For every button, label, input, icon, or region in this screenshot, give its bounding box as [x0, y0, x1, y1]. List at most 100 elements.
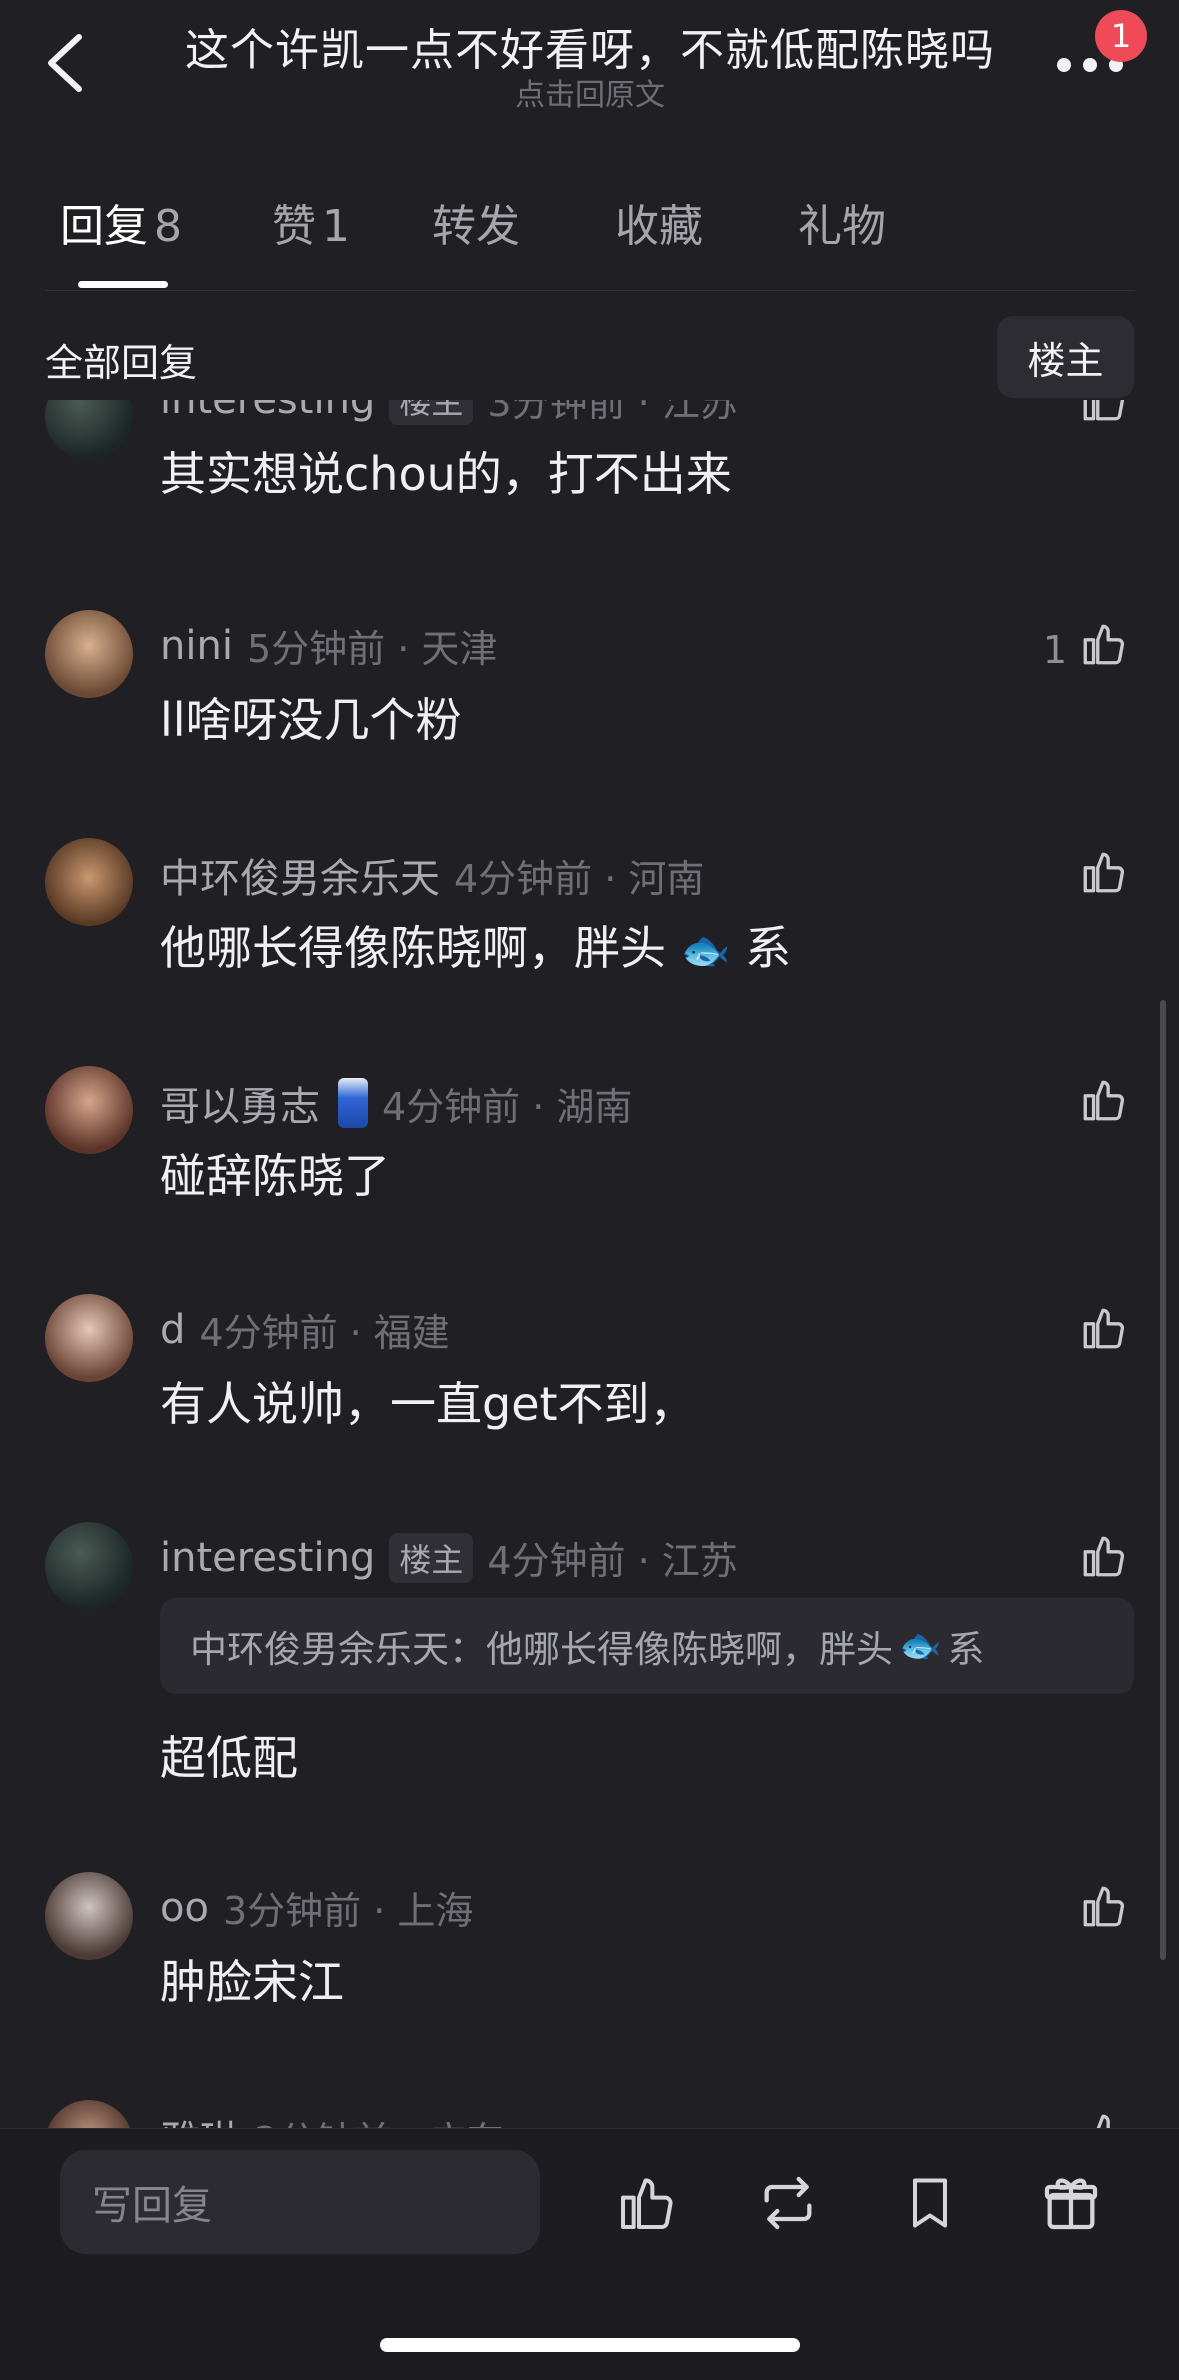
header: 这个许凯一点不好看呀，不就低配陈晓吗 点击回原文 1: [0, 0, 1179, 130]
comment-meta: interesting 楼主 4分钟前 · 江苏: [160, 1530, 738, 1585]
post-title[interactable]: 这个许凯一点不好看呀，不就低配陈晓吗: [150, 14, 1030, 78]
username[interactable]: 哥以勇志: [160, 1074, 320, 1132]
quote-suffix: 系: [947, 1628, 985, 1671]
comment-item: oo 3分钟前 · 上海 肿脸宋江: [0, 1872, 1179, 2072]
comment-meta: 哥以勇志 4分钟前 · 湖南: [160, 1074, 632, 1132]
comment-text[interactable]: 他哪长得像陈晓啊，胖头 🐟 系: [160, 912, 791, 978]
comment-meta: 雅琳 2分钟前 · 广东: [160, 2108, 504, 2130]
comment-item: d 4分钟前 · 福建 有人说帅，一直get不到，: [0, 1294, 1179, 1494]
timestamp-location: 4分钟前 · 河南: [454, 856, 705, 901]
avatar[interactable]: [45, 1294, 133, 1382]
comment-text[interactable]: 肿脸宋江: [160, 1946, 344, 2012]
comment-item: interesting 楼主 3分钟前 · 江苏 其实想说chou的，打不出来: [0, 400, 1179, 501]
thumbs-up-icon: [1083, 1536, 1125, 1577]
like-count: 1: [1042, 628, 1067, 672]
tab-label: 回复: [60, 201, 148, 252]
thumbs-up-icon: [1083, 1308, 1125, 1349]
tab-bar: 回复 8 赞1 转发 收藏 礼物: [0, 190, 1179, 290]
username[interactable]: nini: [160, 623, 233, 669]
thumbs-up-icon: [1083, 1886, 1125, 1927]
username[interactable]: oo: [160, 1885, 209, 1931]
timestamp-location: 2分钟前 · 广东: [254, 2110, 504, 2131]
comment-text-suffix: 系: [745, 921, 792, 975]
like-button[interactable]: [1074, 2104, 1134, 2130]
avatar[interactable]: [45, 610, 133, 698]
repost-button[interactable]: [753, 2168, 823, 2238]
all-replies-label: 全部回复: [45, 341, 198, 385]
thumbs-up-icon: [1083, 2114, 1123, 2130]
timestamp-location: 4分钟前 · 湖南: [382, 1084, 633, 1129]
comment-text[interactable]: 有人说帅，一直get不到，: [160, 1368, 696, 1434]
back-button[interactable]: [30, 28, 100, 98]
comment-text[interactable]: ll啥呀没几个粉: [160, 684, 462, 750]
avatar[interactable]: [45, 1066, 133, 1154]
timestamp-location: 5分钟前 · 天津: [246, 627, 498, 671]
comment-text[interactable]: 超低配: [160, 1722, 298, 1788]
quote-text: 中环俊男余乐天：他哪长得像陈晓啊，胖头: [190, 1628, 893, 1671]
thumbs-up-icon: [1083, 400, 1125, 421]
op-badge: 楼主: [389, 1532, 474, 1583]
gift-button[interactable]: [1036, 2168, 1106, 2238]
tab-gifts[interactable]: 礼物: [798, 190, 886, 254]
home-indicator[interactable]: [380, 2338, 800, 2352]
active-tab-indicator: [78, 281, 168, 288]
thumbs-up-icon: [1083, 624, 1125, 665]
comment-text[interactable]: 碰辞陈晓了: [160, 1140, 390, 1206]
like-button[interactable]: [1074, 842, 1134, 902]
like-button[interactable]: [1074, 1298, 1134, 1358]
comment-meta: 中环俊男余乐天 4分钟前 · 河南: [160, 846, 704, 904]
avatar[interactable]: [45, 400, 133, 460]
fish-emoji-icon: 🐟: [680, 928, 731, 974]
tab-label: 礼物: [798, 201, 886, 252]
comment-meta: oo 3分钟前 · 上海: [160, 1880, 473, 1935]
tab-replies[interactable]: 回复 8: [60, 190, 182, 254]
like-post-button[interactable]: [612, 2168, 682, 2238]
username[interactable]: interesting: [160, 1535, 375, 1581]
tab-count: 1: [322, 201, 350, 252]
tab-reposts[interactable]: 转发: [432, 190, 520, 254]
like-button[interactable]: [1074, 1876, 1134, 1936]
username[interactable]: interesting: [160, 400, 375, 423]
username[interactable]: 雅琳: [160, 2108, 240, 2130]
comment-meta: interesting 楼主 3分钟前 · 江苏: [160, 400, 738, 427]
avatar[interactable]: [45, 2100, 133, 2130]
tab-favorites[interactable]: 收藏: [615, 190, 703, 254]
like-button[interactable]: [1074, 614, 1134, 674]
scrollbar[interactable]: [1160, 1000, 1166, 1960]
avatar[interactable]: [45, 838, 133, 926]
bookmark-button[interactable]: [895, 2168, 965, 2238]
username[interactable]: d: [160, 1307, 185, 1353]
bookmark-icon: [913, 2178, 947, 2228]
comment-item: 雅琳 2分钟前 · 广东: [0, 2100, 1179, 2130]
comment-list[interactable]: interesting 楼主 3分钟前 · 江苏 其实想说chou的，打不出来 …: [0, 400, 1179, 2130]
op-badge: 楼主: [389, 400, 474, 425]
thumbs-up-icon: [1083, 1080, 1125, 1121]
comment-item: nini 5分钟前 · 天津 ll啥呀没几个粉 1: [0, 610, 1179, 810]
avatar[interactable]: [45, 1522, 133, 1610]
timestamp-location: 3分钟前 · 江苏: [487, 400, 738, 425]
tab-label: 赞: [272, 201, 316, 252]
repost-icon: [764, 2176, 812, 2230]
comment-text[interactable]: 其实想说chou的，打不出来: [160, 438, 732, 504]
timestamp-location: 4分钟前 · 福建: [199, 1311, 450, 1355]
thumbs-up-icon: [1083, 852, 1125, 893]
comment-text-main: 他哪长得像陈晓啊，胖头: [160, 921, 666, 975]
comment-meta: d 4分钟前 · 福建: [160, 1302, 450, 1357]
op-only-button[interactable]: 楼主: [997, 316, 1134, 398]
tab-label: 转发: [432, 201, 520, 252]
like-button[interactable]: [1074, 1070, 1134, 1130]
username[interactable]: 中环俊男余乐天: [160, 846, 440, 904]
comment-item: 中环俊男余乐天 4分钟前 · 河南 他哪长得像陈晓啊，胖头 🐟 系: [0, 838, 1179, 1038]
notification-badge: 1: [1095, 10, 1147, 62]
reply-input[interactable]: 写回复: [60, 2150, 540, 2254]
avatar[interactable]: [45, 1872, 133, 1960]
timestamp-location: 4分钟前 · 江苏: [487, 1539, 738, 1583]
tab-likes[interactable]: 赞1: [272, 190, 350, 254]
back-to-original-link[interactable]: 点击回原文: [150, 70, 1030, 114]
comment-item: interesting 楼主 4分钟前 · 江苏 中环俊男余乐天：他哪长得像陈晓…: [0, 1522, 1179, 1842]
thumbs-up-icon: [621, 2178, 673, 2229]
like-button[interactable]: [1074, 400, 1134, 430]
like-button[interactable]: [1074, 1526, 1134, 1586]
quoted-reply[interactable]: 中环俊男余乐天：他哪长得像陈晓啊，胖头 🐟 系: [160, 1598, 1134, 1694]
tab-count: 8: [154, 201, 182, 252]
